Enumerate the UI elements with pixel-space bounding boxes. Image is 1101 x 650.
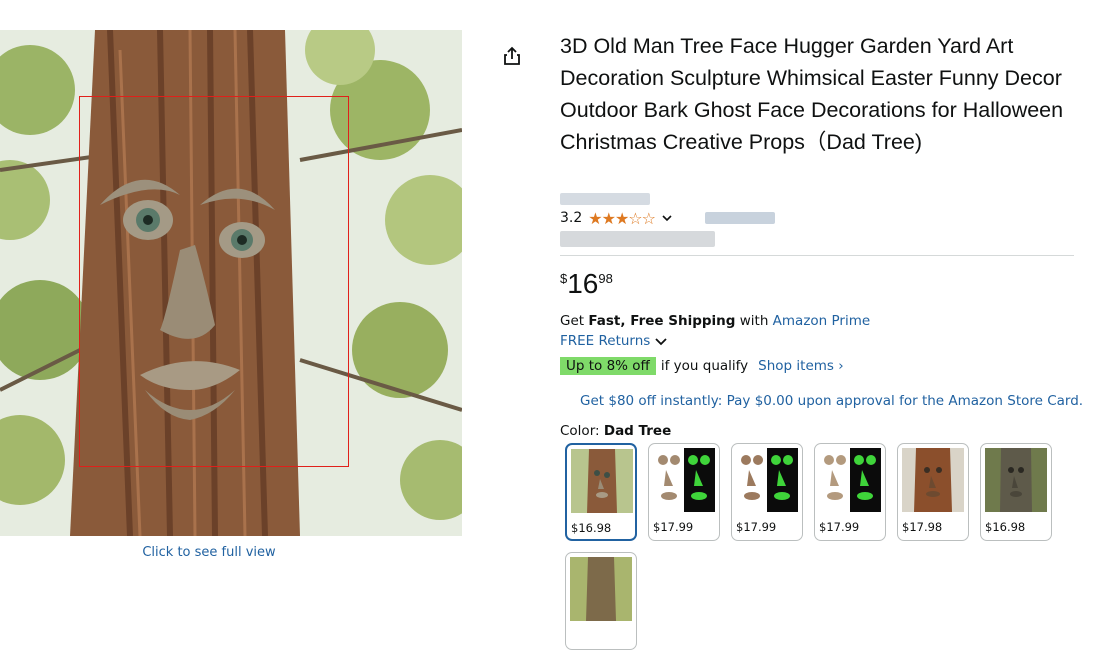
ratings-count-redacted[interactable]	[705, 212, 775, 224]
discount-badge: Up to 8% off	[560, 357, 656, 375]
product-main-image[interactable]	[0, 30, 462, 536]
swatch-tree-face-2[interactable]: $17.98	[897, 443, 969, 541]
prime-link[interactable]: Amazon Prime	[773, 313, 871, 329]
swatch-thumbnail	[570, 557, 632, 621]
swatch-price: $17.99	[653, 520, 694, 534]
shipping-prefix: Get	[560, 313, 589, 329]
color-selected: Dad Tree	[603, 423, 672, 439]
sales-info-redacted	[560, 231, 715, 247]
swatch-thumbnail	[571, 449, 633, 513]
swatch-face-set-2[interactable]: $17.99	[731, 443, 803, 541]
color-label: Color: Dad Tree	[560, 423, 671, 439]
product-title: 3D Old Man Tree Face Hugger Garden Yard …	[560, 34, 1064, 154]
shipping-bold: Fast, Free Shipping	[588, 313, 736, 329]
swatch-more[interactable]	[565, 552, 637, 650]
rating-value: 3.2	[560, 210, 583, 226]
qualify-text: if you qualify	[660, 358, 749, 374]
zoom-lens-box	[79, 96, 349, 467]
swatch-price: $17.99	[736, 520, 777, 534]
price: $1698	[560, 268, 613, 300]
price-fraction: 98	[598, 271, 613, 286]
swatch-face-set-3[interactable]: $17.99	[814, 443, 886, 541]
full-view-link[interactable]: Click to see full view	[0, 545, 418, 560]
rating-row[interactable]: 3.2 ★★★☆☆	[560, 208, 673, 228]
shop-items-link[interactable]: Shop items ›	[758, 358, 843, 374]
swatch-price: $16.98	[985, 520, 1026, 534]
store-link-redacted[interactable]	[560, 193, 650, 205]
price-symbol: $	[560, 271, 568, 286]
swatch-dad-tree[interactable]: $16.98	[565, 443, 637, 541]
store-card-offer-link[interactable]: Get $80 off instantly: Pay $0.00 upon ap…	[580, 393, 1083, 409]
shipping-middle: with	[735, 313, 773, 329]
swatch-thumbnail	[902, 448, 964, 512]
returns-label: FREE Returns	[560, 333, 651, 349]
promo-row: Up to 8% off if you qualify Shop items ›	[560, 357, 844, 375]
price-whole: 16	[567, 268, 599, 299]
divider	[560, 255, 1074, 256]
shipping-info: Get Fast, Free Shipping with Amazon Prim…	[560, 313, 870, 329]
swatch-face-set-1[interactable]: $17.99	[648, 443, 720, 541]
swatch-thumbnail	[653, 448, 715, 512]
chevron-down-icon[interactable]	[661, 212, 673, 224]
color-prefix: Color:	[560, 423, 604, 439]
swatch-thumbnail	[819, 448, 881, 512]
swatch-price: $17.98	[902, 520, 943, 534]
swatch-thumbnail	[985, 448, 1047, 512]
swatch-price: $17.99	[819, 520, 860, 534]
swatch-price: $16.98	[571, 521, 612, 535]
star-rating-icon: ★★★☆☆	[588, 208, 656, 228]
swatch-tree-face-3[interactable]: $16.98	[980, 443, 1052, 541]
free-returns-link[interactable]: FREE Returns	[560, 333, 668, 349]
share-icon[interactable]	[501, 45, 523, 67]
chevron-down-icon	[655, 338, 667, 346]
swatch-thumbnail	[736, 448, 798, 512]
